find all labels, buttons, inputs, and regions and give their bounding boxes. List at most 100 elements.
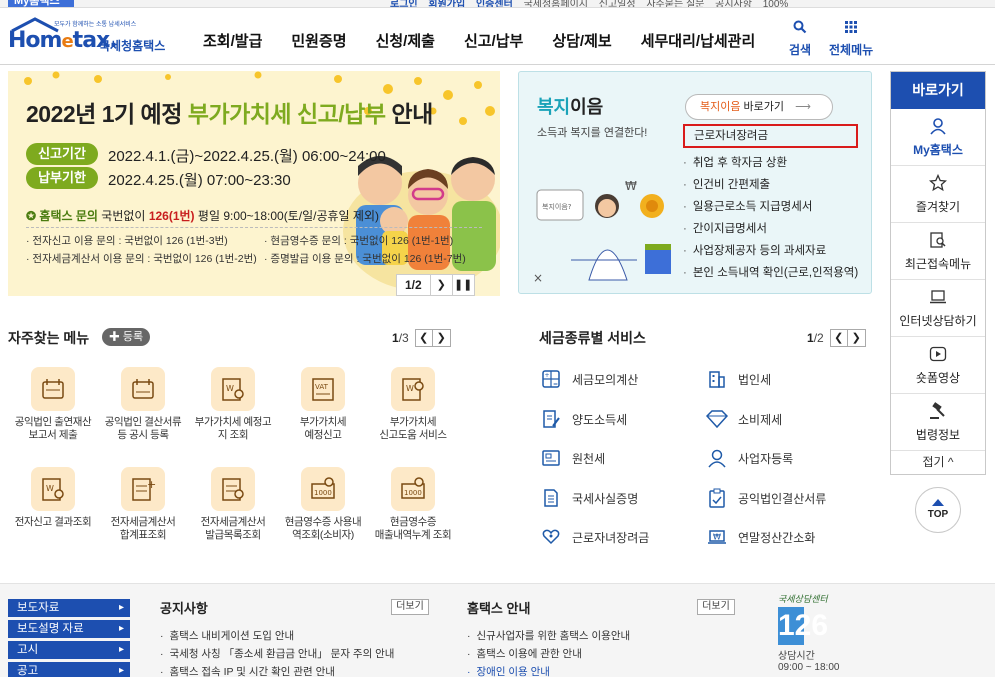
util-schedule-link[interactable]: 신고일정 — [599, 0, 636, 7]
inquiry-efiling: · 전자신고 이용 문의 : 국번없이 126 (1번-3번) — [26, 235, 228, 247]
freq-menu-item[interactable]: W 부가가치세 신고도움 서비스 — [368, 367, 458, 442]
notice-item[interactable]: 홈택스 내비게이션 도입 안내 — [160, 628, 295, 643]
welfare-go-button[interactable]: 복지이음 바로가기 ⟶ — [685, 94, 833, 120]
util-signup-link[interactable]: 회원가입 — [428, 0, 465, 7]
freq-menu-item[interactable]: 공익법인 결산서류 등 공시 등록 — [98, 367, 188, 442]
util-cert-link[interactable]: 인증센터 — [476, 0, 513, 7]
freq-menu-label: 현금영수증 사용내 역조회(소비자) — [278, 516, 368, 542]
guide-item[interactable]: 장애인 이용 안내 — [467, 664, 550, 677]
year-end-settlement-link[interactable]: ₩ 연말정산간소화 — [705, 525, 815, 549]
gnb-inquiry[interactable]: 조회/발급 — [203, 30, 262, 51]
freq-menu-title: 자주찾는 메뉴 — [8, 330, 90, 346]
freq-menu-item[interactable]: 공익법인 출연재산 보고서 제출 — [8, 367, 98, 442]
gnb-certificate[interactable]: 민원증명 — [291, 30, 346, 51]
logo-tagline: 모두가 함께하는 소통 납세서비스 — [54, 22, 137, 28]
welfare-item[interactable]: 인건비 간편제출 — [683, 174, 858, 196]
freq-menu-item[interactable]: + 전자세금계산서 합계표조회 — [98, 467, 188, 542]
welfare-item[interactable]: 일용근로소득 지급명세서 — [683, 196, 858, 218]
tax-pager: 1/2 ❮ ❯ — [807, 328, 866, 348]
welfare-item[interactable]: 취업 후 학자금 상환 — [683, 152, 858, 174]
quick-collapse-button[interactable]: 접기 ^ — [891, 451, 985, 475]
freq-menu-item[interactable]: 1000 현금영수증 사용내 역조회(소비자) — [278, 467, 368, 542]
quick-recent[interactable]: 최근접속메뉴 — [891, 223, 985, 280]
guide-item[interactable]: 신규사업자를 위한 홈택스 이용안내 — [467, 628, 631, 643]
freq-menu-item[interactable]: W 전자신고 결과조회 — [8, 467, 98, 529]
my-hometax-badge[interactable]: My홈택스 — [8, 0, 74, 7]
quick-my-hometax[interactable]: My홈택스 — [891, 109, 985, 166]
freq-menu-label-line: 부가가치세 — [299, 416, 347, 428]
freq-register-button[interactable]: ✚ 등록 — [102, 328, 150, 346]
corporate-tax-link[interactable]: 법인세 — [705, 367, 771, 391]
freq-prev-button[interactable]: ❮ — [414, 329, 433, 347]
gnb-application[interactable]: 신청/제출 — [376, 30, 435, 51]
announcement-link[interactable]: 공고 — [8, 662, 130, 677]
press-release-link[interactable]: 보도자료 — [8, 599, 130, 617]
business-reg-link[interactable]: 사업자등록 — [705, 446, 793, 470]
transfer-tax-link[interactable]: 양도소득세 — [539, 407, 627, 431]
banner-controls: 1/2 ❯ ❚❚ — [396, 274, 475, 296]
footer-area: 보도자료 보도설명 자료 고시 공고 공지사항 더보기 홈택스 내비게이션 도입… — [0, 583, 995, 677]
caret-up-icon — [916, 498, 960, 509]
welfare-item[interactable]: 간이지급명세서 — [683, 218, 858, 240]
quick-favorites[interactable]: 즐겨찾기 — [891, 166, 985, 223]
guide-item[interactable]: 홈택스 이용에 관한 안내 — [467, 646, 582, 661]
quick-online-consult[interactable]: 인터넷상담하기 — [891, 280, 985, 337]
utility-links: 로그인 회원가입 인증센터 국세청홈페이지 신고일정 자주묻는 질문 공지사항 … — [390, 0, 796, 7]
diamond-icon — [705, 407, 729, 431]
person-outline-icon — [705, 446, 729, 470]
freq-menu-item[interactable]: W 부가가치세 예정고 지 조회 — [188, 367, 278, 442]
quick-law[interactable]: 법령정보 — [891, 394, 985, 451]
util-faq-link[interactable]: 자주묻는 질문 — [646, 0, 704, 7]
tax-item-label: 근로자녀장려금 — [572, 530, 650, 545]
freq-menu-item[interactable]: 전자세금계산서 발급목록조회 — [188, 467, 278, 542]
guide-more-button[interactable]: 더보기 — [697, 599, 735, 615]
freq-menu-item[interactable]: 1000 현금영수증 매출내역누계 조회 — [368, 467, 458, 542]
util-nts-link[interactable]: 국세청홈페이지 — [524, 0, 588, 7]
public-corp-settlement-link[interactable]: 공익법인결산서류 — [705, 486, 826, 510]
excise-tax-link[interactable]: 소비제세 — [705, 407, 782, 431]
inquiry-certificate: · 증명발급 이용 문의 : 국번없이 126 (1번-7번) — [264, 253, 466, 265]
welfare-item[interactable]: 사업장제공자 등의 과세자료 — [683, 240, 858, 262]
doc-plus-icon: + — [121, 467, 165, 511]
gnb-agent[interactable]: 세무대리/납세관리 — [641, 30, 756, 51]
child-tax-credit-link[interactable]: 근로자녀장려금 — [539, 525, 649, 549]
inquiry-cash-receipt: · 현금영수증 문의 : 국번없이 126 (1번-1번) — [264, 235, 454, 247]
freq-next-button[interactable]: ❯ — [432, 329, 451, 347]
all-menu-button[interactable]: 전체메뉴 — [829, 20, 873, 58]
search-icon — [793, 20, 807, 34]
star-icon — [928, 173, 948, 192]
guide-title: 홈택스 안내 — [467, 601, 531, 616]
vat-banner[interactable]: 2022년 1기 예정 부가가치세 신고/납부 안내 신고기간 2022.4.1… — [8, 71, 500, 296]
svg-text:1000: 1000 — [314, 489, 332, 497]
welfare-item-child-tax-credit[interactable]: 근로자녀장려금 — [683, 124, 859, 148]
notice-gazette-link[interactable]: 고시 — [8, 641, 130, 659]
util-notice-link[interactable]: 공지사항 — [715, 0, 752, 7]
banner-next-button[interactable]: ❯ — [429, 275, 452, 295]
svg-text:₩: ₩ — [625, 179, 637, 193]
tax-sim-link[interactable]: + = 세금모의계산 — [539, 367, 638, 391]
zoom-level[interactable]: 100% — [763, 0, 789, 7]
gnb-filing[interactable]: 신고/납부 — [464, 30, 523, 51]
notice-item[interactable]: 홈택스 접속 IP 및 시간 확인 관련 안내 — [160, 664, 335, 677]
tax-certificate-link[interactable]: 국세사실증명 — [539, 486, 638, 510]
quick-shortform[interactable]: 숏폼영상 — [891, 337, 985, 394]
notice-more-button[interactable]: 더보기 — [391, 599, 429, 615]
freq-menu-item[interactable]: VAT 부가가치세 예정신고 — [278, 367, 368, 442]
util-login-link[interactable]: 로그인 — [390, 0, 418, 7]
quick-menu: 바로가기 My홈택스 즐겨찾기 최근접속메뉴 인터넷상담하기 숏폼영상 법령정보… — [890, 71, 986, 475]
banner-pause-button[interactable]: ❚❚ — [451, 275, 474, 295]
tax-prev-button[interactable]: ❮ — [829, 329, 848, 347]
welfare-item[interactable]: 본인 소득내역 확인(근로,인적용역) — [683, 262, 858, 284]
withholding-tax-link[interactable]: 원천세 — [539, 446, 605, 470]
calculator-icon: + = — [539, 367, 563, 391]
freq-menu-label-line: 부가가치세 예정고 — [194, 416, 272, 428]
search-button[interactable]: 검색 — [789, 20, 811, 58]
gnb-consulting[interactable]: 상담/제보 — [552, 30, 611, 51]
press-explanation-link[interactable]: 보도설명 자료 — [8, 620, 130, 638]
hometax-logo[interactable]: 모두가 함께하는 소통 납세서비스 Hometax. 국세청홈택스 — [8, 17, 173, 59]
top-button[interactable]: TOP — [915, 487, 961, 533]
calendar-doc-icon — [31, 367, 75, 411]
notice-item[interactable]: 국세청 사칭 「종소세 환급금 안내」 문자 주의 안내 — [160, 646, 395, 661]
tax-item-label: 사업자등록 — [738, 451, 794, 466]
tax-next-button[interactable]: ❯ — [847, 329, 866, 347]
